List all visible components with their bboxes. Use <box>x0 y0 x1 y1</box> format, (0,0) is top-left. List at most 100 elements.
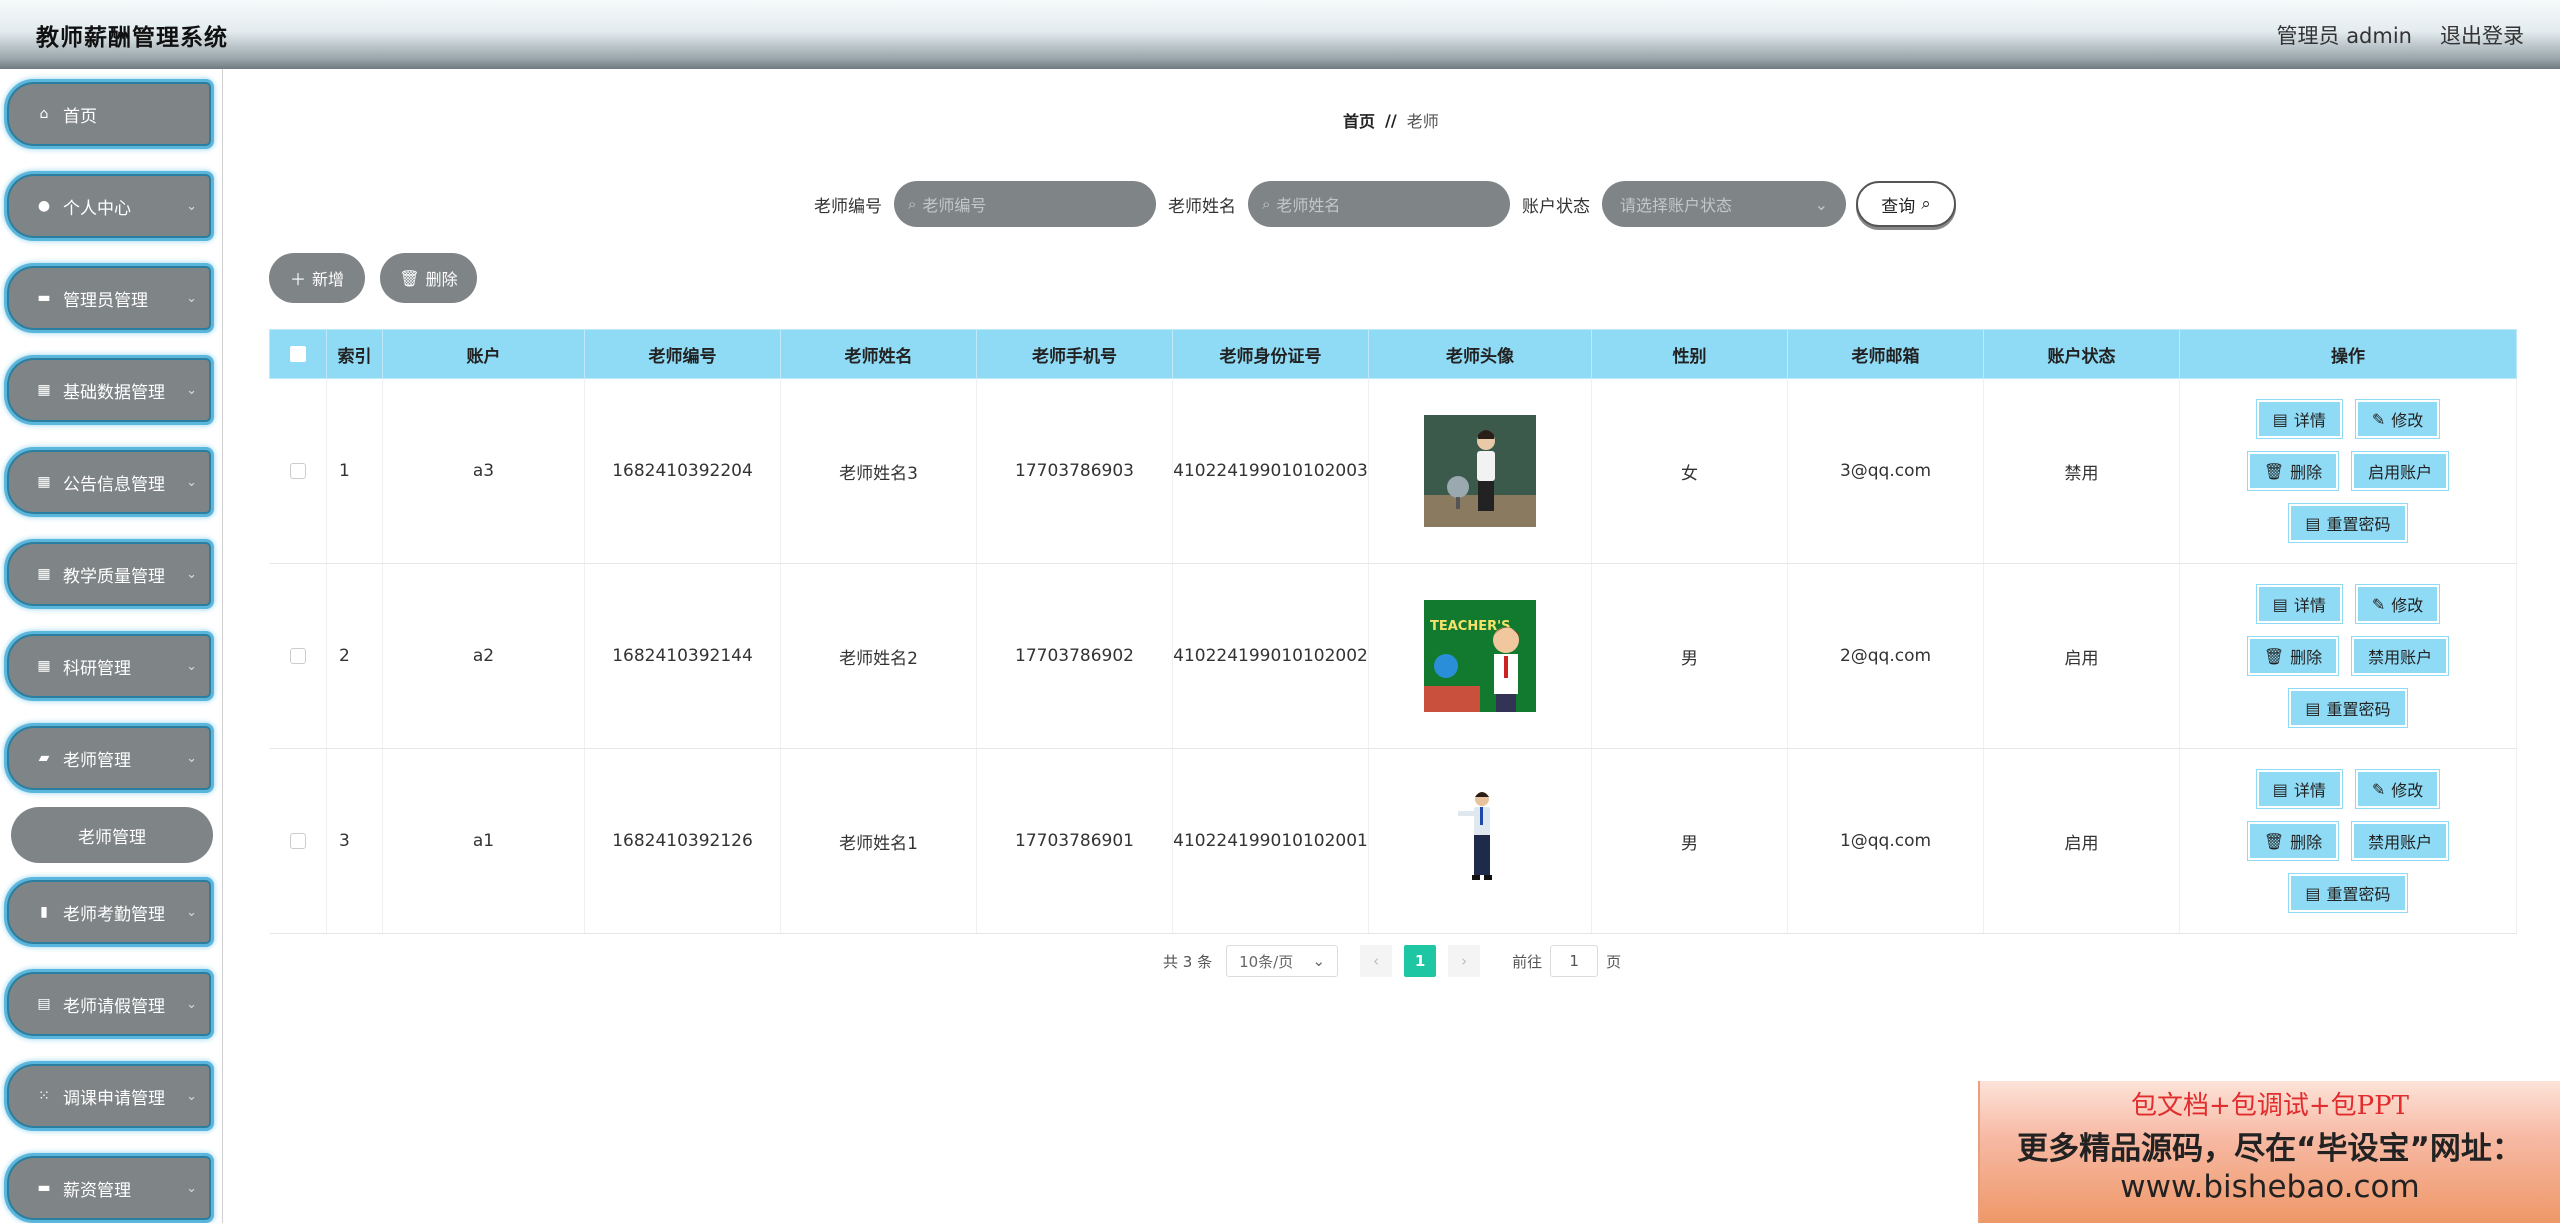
row-checkbox[interactable] <box>289 833 306 849</box>
cell-phone: 17703786901 <box>976 748 1173 934</box>
teacher-name-placeholder: 老师姓名 <box>1276 196 1341 215</box>
reset-password-button[interactable]: ▤ 重置密码 <box>2288 688 2408 728</box>
goto-page-input[interactable]: 1 <box>1550 945 1599 977</box>
add-button[interactable]: ＋ 新增 <box>269 253 365 303</box>
delete-button[interactable]: 🗑 删除 <box>2246 821 2340 861</box>
sidebar-item-salary[interactable]: ▬ 薪资管理 ⌄ <box>4 1153 214 1223</box>
card-icon: ▬ <box>37 1180 51 1196</box>
sidebar-item-label: 调课申请管理 <box>63 1088 165 1109</box>
sidebar-item-base-data[interactable]: ▦ 基础数据管理 ⌄ <box>4 355 214 425</box>
chevron-down-icon: ⌄ <box>186 382 197 398</box>
cell-status: 启用 <box>1983 563 2180 749</box>
chevron-down-icon: ⌄ <box>186 1180 197 1196</box>
row-checkbox[interactable] <box>289 648 306 664</box>
document-icon: ▤ <box>2305 883 2321 903</box>
row-checkbox[interactable] <box>289 463 306 479</box>
search-icon: ⌕ <box>1262 195 1271 213</box>
sidebar-item-home[interactable]: ⌂ 首页 <box>4 79 214 149</box>
status-select[interactable]: 请选择账户状态 ⌄ <box>1602 181 1846 227</box>
column-header: 账户 <box>382 329 585 379</box>
toggle-account-button[interactable]: 禁用账户 <box>2351 821 2450 861</box>
column-header: 老师身份证号 <box>1172 329 1369 379</box>
chevron-left-icon: ‹ <box>1373 952 1380 970</box>
table-header-row: 索引 账户 老师编号 老师姓名 老师手机号 老师身份证号 老师头像 性别 老师邮… <box>269 329 2517 379</box>
edit-button[interactable]: ✎ 修改 <box>2354 769 2441 809</box>
edit-button[interactable]: ✎ 修改 <box>2354 399 2441 439</box>
cell-name: 老师姓名2 <box>780 563 977 749</box>
column-header: 老师头像 <box>1368 329 1592 379</box>
page-size-select[interactable]: 10条/页 ⌄ <box>1226 945 1339 977</box>
teacher-avatar-image[interactable] <box>1424 415 1536 527</box>
delete-button[interactable]: 🗑 删除 <box>2246 636 2340 676</box>
pencil-icon: ✎ <box>2371 594 2386 614</box>
toggle-account-button[interactable]: 启用账户 <box>2351 451 2450 491</box>
status-label: 账户状态 <box>1522 196 1590 217</box>
document-icon: ▤ <box>2272 594 2288 614</box>
cell-phone: 17703786902 <box>976 563 1173 749</box>
sidebar-item-leave[interactable]: ▤ 老师请假管理 ⌄ <box>4 969 214 1039</box>
page-suffix: 页 <box>1606 952 1622 971</box>
cell-email: 3@qq.com <box>1787 378 1984 564</box>
select-all-checkbox-cell[interactable] <box>269 329 327 379</box>
row-checkbox-cell[interactable] <box>269 563 327 749</box>
cell-operations: ▤ 详情 ✎ 修改 🗑 删除 禁用账户 ▤ 重置密码 <box>2179 563 2517 749</box>
cell-phone: 17703786903 <box>976 378 1173 564</box>
teacher-name-input[interactable]: ⌕ 老师姓名 <box>1248 181 1510 227</box>
sidebar-divider <box>222 69 223 1223</box>
watermark-line3: www.bishebao.com <box>2120 1169 2420 1205</box>
toggle-account-button[interactable]: 禁用账户 <box>2351 636 2450 676</box>
current-user[interactable]: 管理员 admin <box>2277 20 2412 50</box>
sidebar-item-personal-center[interactable]: ● 个人中心 ⌄ <box>4 171 214 241</box>
sidebar-item-research[interactable]: ▦ 科研管理 ⌄ <box>4 631 214 701</box>
trash-icon: 🗑 <box>2263 646 2285 666</box>
edit-button[interactable]: ✎ 修改 <box>2354 584 2441 624</box>
detail-button[interactable]: ▤ 详情 <box>2255 769 2343 809</box>
sidebar-item-label: 科研管理 <box>63 658 131 679</box>
grid-icon: ▦ <box>37 566 51 582</box>
plus-icon: ＋ <box>289 270 306 289</box>
sidebar-item-attendance[interactable]: ▮ 老师考勤管理 ⌄ <box>4 877 214 947</box>
bar-chart-icon: ▮ <box>40 904 48 920</box>
detail-button[interactable]: ▤ 详情 <box>2255 399 2343 439</box>
reset-password-button[interactable]: ▤ 重置密码 <box>2288 503 2408 543</box>
breadcrumb-home[interactable]: 首页 <box>1343 108 1375 132</box>
batch-delete-button[interactable]: 🗑 删除 <box>380 253 477 303</box>
chevron-down-icon: ⌄ <box>186 1088 197 1104</box>
sidebar: ⌂ 首页 ● 个人中心 ⌄ ▬ 管理员管理 ⌄ ▦ 基础数据管理 ⌄ ▦ 公告信… <box>0 69 222 1223</box>
header-user-area: 管理员 admin 退出登录 <box>2277 20 2524 50</box>
logout-link[interactable]: 退出登录 <box>2440 20 2524 50</box>
teacher-no-input[interactable]: ⌕ 老师编号 <box>894 181 1156 227</box>
delete-button[interactable]: 🗑 删除 <box>2246 451 2340 491</box>
prev-page-button[interactable]: ‹ <box>1360 945 1393 977</box>
chevron-right-icon: › <box>1461 952 1468 970</box>
sidebar-item-notice[interactable]: ▦ 公告信息管理 ⌄ <box>4 447 214 517</box>
sidebar-item-teaching-quality[interactable]: ▦ 教学质量管理 ⌄ <box>4 539 214 609</box>
apps-icon: ⁙ <box>38 1088 50 1104</box>
submenu-item-teacher-manage[interactable]: 老师管理 <box>11 807 213 863</box>
cell-avatar <box>1368 378 1592 564</box>
sidebar-item-label: 管理员管理 <box>63 290 148 311</box>
page-number-current[interactable]: 1 <box>1404 945 1437 977</box>
sidebar-item-teacher[interactable]: ▰ 老师管理 ⌄ <box>4 723 214 793</box>
cell-email: 2@qq.com <box>1787 563 1984 749</box>
query-label: 查询 <box>1881 196 1916 217</box>
cell-account: a2 <box>382 563 585 749</box>
reset-password-button[interactable]: ▤ 重置密码 <box>2288 873 2408 913</box>
sidebar-item-admin[interactable]: ▬ 管理员管理 ⌄ <box>4 263 214 333</box>
row-checkbox-cell[interactable] <box>269 378 327 564</box>
teacher-avatar-image[interactable] <box>1424 785 1536 897</box>
chevron-down-icon: ⌄ <box>186 198 197 214</box>
next-page-button[interactable]: › <box>1448 945 1481 977</box>
teacher-no-placeholder: 老师编号 <box>922 196 987 215</box>
teacher-avatar-image[interactable]: TEACHER'S <box>1424 600 1536 712</box>
sidebar-item-label: 老师请假管理 <box>63 996 165 1017</box>
select-all-checkbox[interactable] <box>290 346 306 362</box>
detail-button[interactable]: ▤ 详情 <box>2255 584 2343 624</box>
cell-status: 禁用 <box>1983 378 2180 564</box>
cell-operations: ▤ 详情 ✎ 修改 🗑 删除 启用账户 ▤ 重置密码 <box>2179 378 2517 564</box>
grid-icon: ▦ <box>37 474 51 490</box>
sidebar-item-course-change[interactable]: ⁙ 调课申请管理 ⌄ <box>4 1061 214 1131</box>
query-button[interactable]: 查询 ⌕ <box>1856 181 1956 227</box>
reset-label: 重置密码 <box>2326 700 2391 719</box>
row-checkbox-cell[interactable] <box>269 748 327 934</box>
